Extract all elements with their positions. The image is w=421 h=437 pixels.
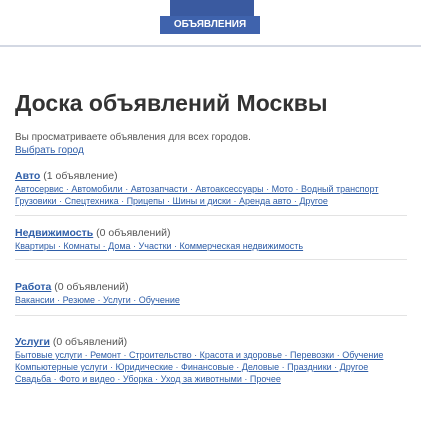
category-count: (0 объявлений) bbox=[54, 281, 129, 293]
subcategory-links[interactable]: Грузовики · Спецтехника · Прицепы · Шины… bbox=[15, 195, 415, 207]
category-count: (0 объявлений) bbox=[52, 336, 128, 348]
category-count: (0 объявлений) bbox=[96, 227, 171, 239]
category-title-row: Работа (0 объявлений) bbox=[15, 281, 415, 294]
logo-text: ОБЪЯВЛЕНИЯ bbox=[173, 19, 247, 30]
logo-mark bbox=[170, 0, 254, 16]
site-logo[interactable]: ОБЪЯВЛЕНИЯ bbox=[160, 0, 260, 36]
category-link-jobs[interactable]: Работа bbox=[15, 281, 51, 293]
subcategory-links[interactable]: Квартиры · Комнаты · Дома · Участки · Ко… bbox=[15, 240, 415, 252]
subcategory-links[interactable]: Компьютерные услуги · Юридические · Фина… bbox=[15, 361, 415, 373]
page-title: Доска объявлений Москвы bbox=[15, 90, 328, 116]
location-notice-text: Вы просматриваете объявления для всех го… bbox=[15, 132, 251, 143]
section-divider bbox=[15, 215, 407, 216]
logo-text-box: ОБЪЯВЛЕНИЯ bbox=[160, 16, 260, 34]
choose-city-link[interactable]: Выбрать город bbox=[15, 145, 84, 156]
subcategory-links[interactable]: Автосервис · Автомобили · Автозапчасти ·… bbox=[15, 183, 415, 195]
category-title-row: Авто (1 объявление) bbox=[15, 170, 415, 183]
header: ОБЪЯВЛЕНИЯ bbox=[0, 0, 421, 47]
category-link-realty[interactable]: Недвижимость bbox=[15, 227, 93, 239]
category-section-jobs: Работа (0 объявлений) Вакансии · Резюме … bbox=[15, 281, 415, 306]
subcategory-links[interactable]: Бытовые услуги · Ремонт · Строительство … bbox=[15, 349, 415, 361]
subcategory-links[interactable]: Свадьба · Фото и видео · Уборка · Уход з… bbox=[15, 373, 415, 385]
header-divider bbox=[0, 45, 421, 47]
category-section-services: Услуги (0 объявлений) Бытовые услуги · Р… bbox=[15, 336, 415, 385]
category-link-auto[interactable]: Авто bbox=[15, 170, 40, 182]
category-section-realty: Недвижимость (0 объявлений) Квартиры · К… bbox=[15, 227, 415, 252]
section-divider bbox=[15, 259, 407, 260]
location-notice: Вы просматриваете объявления для всех го… bbox=[15, 131, 410, 157]
category-section-auto: Авто (1 объявление) Автосервис · Автомоб… bbox=[15, 170, 415, 207]
category-count: (1 объявление) bbox=[43, 170, 118, 182]
category-link-services[interactable]: Услуги bbox=[15, 336, 50, 348]
section-divider bbox=[15, 315, 407, 316]
subcategory-links[interactable]: Вакансии · Резюме · Услуги · Обучение bbox=[15, 294, 415, 306]
category-title-row: Услуги (0 объявлений) bbox=[15, 336, 415, 349]
category-title-row: Недвижимость (0 объявлений) bbox=[15, 227, 415, 240]
